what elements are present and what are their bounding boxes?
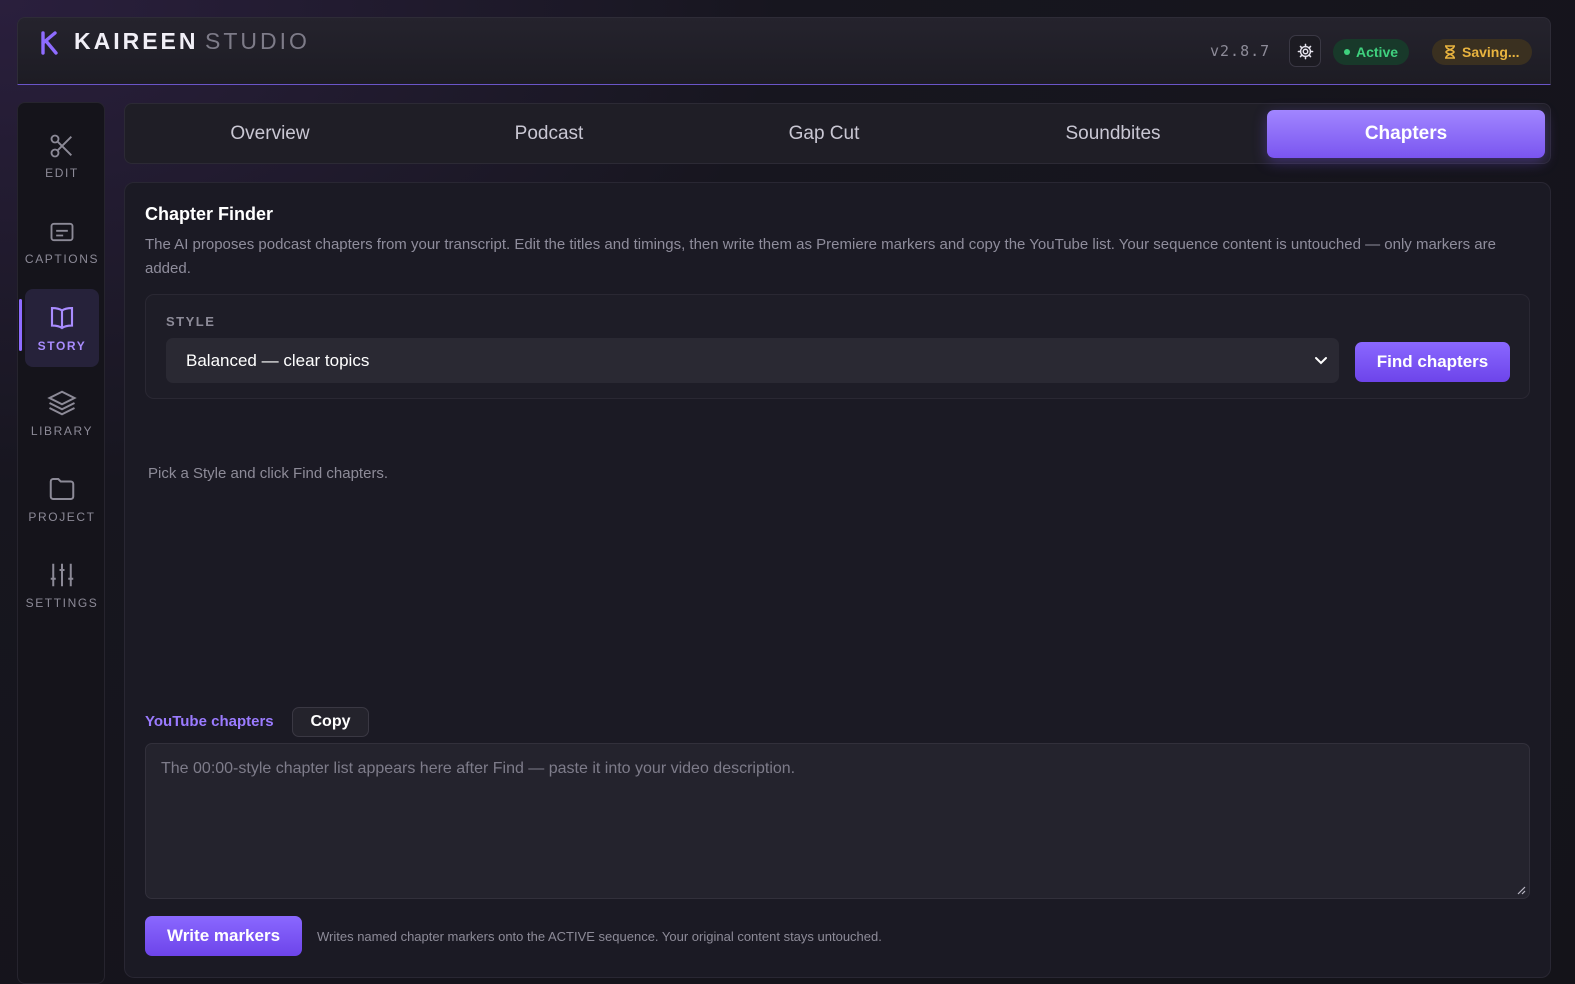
sidebar-item-label: EDIT: [45, 166, 79, 180]
status-saving-label: Saving...: [1462, 44, 1520, 60]
book-icon: [50, 306, 74, 330]
status-dot-icon: [1344, 49, 1350, 55]
empty-state-hint: Pick a Style and click Find chapters.: [148, 465, 389, 482]
textarea-placeholder: The 00:00-style chapter list appears her…: [161, 760, 796, 777]
sidebar-item-story[interactable]: STORY: [25, 289, 99, 367]
status-active-label: Active: [1356, 44, 1399, 60]
style-select[interactable]: Balanced — clear topics: [166, 338, 1339, 383]
sidebar-item-library[interactable]: LIBRARY: [25, 374, 99, 452]
hourglass-icon: [1445, 45, 1455, 59]
app-header: KAIREEN STUDIO v2.8.7 Active Saving...: [17, 17, 1551, 85]
sidebar-item-settings[interactable]: SETTINGS: [25, 546, 99, 624]
sidebar-item-label: STORY: [37, 339, 87, 353]
sidebar-item-label: LIBRARY: [30, 424, 94, 438]
gear-icon: [1297, 43, 1313, 59]
youtube-chapters-textarea[interactable]: The 00:00-style chapter list appears her…: [145, 743, 1530, 899]
status-badge-active: Active: [1333, 39, 1410, 65]
tab-gap-cut[interactable]: Gap Cut: [689, 110, 959, 158]
tab-podcast[interactable]: Podcast: [409, 110, 689, 158]
brand-subtitle: STUDIO: [205, 28, 310, 54]
settings-gear-button[interactable]: [1289, 35, 1321, 67]
sidebar-item-project[interactable]: PROJECT: [25, 460, 99, 538]
sidebar: EDIT CAPTIONS STORY LIBRARY PROJECT SETT…: [17, 102, 105, 984]
tab-bar: Overview Podcast Gap Cut Soundbites Chap…: [124, 103, 1551, 164]
panel-title: Chapter Finder: [145, 204, 274, 224]
version-label: v2.8.7: [1210, 42, 1271, 60]
tab-overview[interactable]: Overview: [131, 110, 409, 158]
chapter-finder-panel: Chapter Finder The AI proposes podcast c…: [124, 182, 1551, 978]
sidebar-item-label: PROJECT: [28, 510, 96, 524]
style-section: STYLE Balanced — clear topics Find chapt…: [145, 294, 1530, 399]
status-badge-saving: Saving...: [1432, 39, 1532, 65]
sidebar-item-label: CAPTIONS: [24, 252, 100, 266]
tab-soundbites[interactable]: Soundbites: [959, 110, 1267, 158]
copy-button[interactable]: Copy: [292, 707, 369, 737]
style-label: STYLE: [166, 314, 216, 329]
sidebar-active-indicator: [19, 299, 22, 351]
find-chapters-button[interactable]: Find chapters: [1355, 342, 1510, 382]
style-select-value: Balanced — clear topics: [186, 350, 370, 370]
folder-icon: [49, 478, 75, 500]
layers-icon: [47, 390, 77, 416]
youtube-chapters-label: YouTube chapters: [145, 713, 274, 730]
captions-icon: [50, 222, 74, 242]
tab-chapters[interactable]: Chapters: [1267, 110, 1545, 158]
write-markers-button[interactable]: Write markers: [145, 916, 302, 956]
write-markers-note: Writes named chapter markers onto the AC…: [317, 929, 882, 944]
sidebar-item-label: SETTINGS: [25, 596, 99, 610]
scissors-icon: [50, 134, 72, 158]
sliders-icon: [50, 563, 74, 587]
sidebar-item-captions[interactable]: CAPTIONS: [25, 203, 99, 281]
kaireen-logo-icon: [41, 31, 58, 55]
resize-grip-icon[interactable]: [1516, 885, 1526, 895]
panel-description: The AI proposes podcast chapters from yo…: [145, 236, 1496, 277]
sidebar-item-edit[interactable]: EDIT: [25, 117, 99, 195]
brand-name: KAIREEN: [74, 28, 199, 54]
chevron-down-icon: [1315, 357, 1327, 365]
